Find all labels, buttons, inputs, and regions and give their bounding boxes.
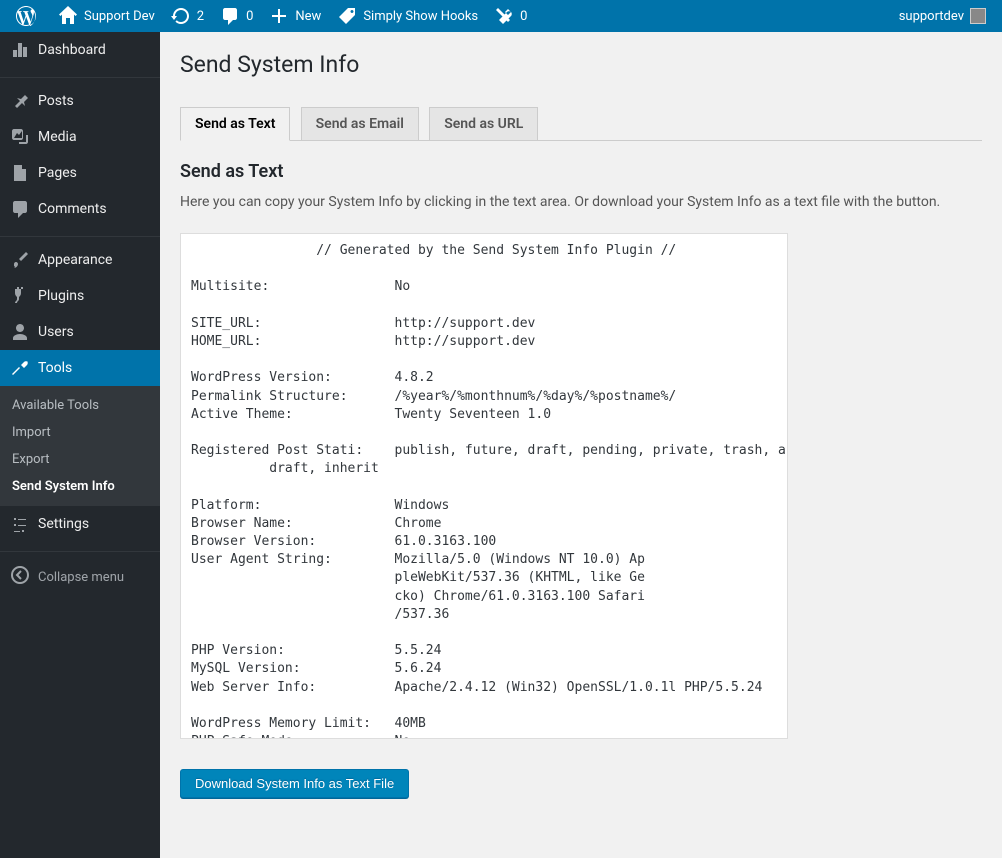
menu-separator: [0, 232, 160, 237]
menu-pages[interactable]: Pages: [0, 155, 160, 191]
brush-icon: [10, 250, 30, 270]
menu-separator: [0, 547, 160, 552]
submenu-send-system-info[interactable]: Send System Info: [0, 473, 160, 500]
menu-label: Settings: [38, 516, 89, 532]
dashboard-icon: [10, 40, 30, 60]
plus-icon: [269, 6, 289, 26]
menu-posts[interactable]: Posts: [0, 83, 160, 119]
section-description: Here you can copy your System Info by cl…: [180, 192, 982, 213]
menu-separator: [0, 73, 160, 78]
site-name-label: Support Dev: [84, 9, 155, 24]
menu-label: Comments: [38, 201, 107, 217]
collapse-label: Collapse menu: [38, 570, 124, 585]
home-icon: [58, 6, 78, 26]
media-icon: [10, 127, 30, 147]
system-info-textarea[interactable]: [180, 233, 788, 739]
new-content-link[interactable]: New: [261, 0, 329, 32]
menu-media[interactable]: Media: [0, 119, 160, 155]
comments-count: 0: [246, 9, 253, 24]
plug-icon: [10, 286, 30, 306]
download-button[interactable]: Download System Info as Text File: [180, 769, 409, 798]
disabled-count: 0: [520, 9, 527, 24]
updates-count: 2: [197, 9, 204, 24]
collapse-icon: [10, 565, 30, 589]
site-name-link[interactable]: Support Dev: [50, 0, 163, 32]
tab-send-as-text[interactable]: Send as Text: [180, 107, 290, 141]
comments-link[interactable]: 0: [212, 0, 261, 32]
collapse-menu[interactable]: Collapse menu: [0, 557, 160, 597]
menu-comments[interactable]: Comments: [0, 191, 160, 227]
menu-label: Users: [38, 324, 74, 340]
wrench-icon: [10, 358, 30, 378]
avatar: [970, 8, 986, 24]
menu-label: Appearance: [38, 252, 112, 268]
section-title: Send as Text: [180, 161, 982, 182]
user-name-label: supportdev: [899, 9, 964, 24]
tab-bar: Send as Text Send as Email Send as URL: [180, 98, 982, 141]
comment-icon: [220, 6, 240, 26]
menu-label: Media: [38, 129, 77, 145]
page-title: Send System Info: [180, 42, 982, 98]
comment-icon: [10, 199, 30, 219]
wordpress-icon: [16, 6, 36, 26]
menu-label: Pages: [38, 165, 77, 181]
menu-label: Posts: [38, 93, 74, 109]
tools-disabled-icon: [494, 6, 514, 26]
page-icon: [10, 163, 30, 183]
user-icon: [10, 322, 30, 342]
menu-label: Dashboard: [38, 42, 106, 58]
menu-appearance[interactable]: Appearance: [0, 242, 160, 278]
menu-users[interactable]: Users: [0, 314, 160, 350]
simply-show-hooks-link[interactable]: Simply Show Hooks: [329, 0, 486, 32]
tab-send-as-email[interactable]: Send as Email: [301, 107, 419, 140]
menu-plugins[interactable]: Plugins: [0, 278, 160, 314]
menu-label: Tools: [38, 360, 72, 376]
submenu-import[interactable]: Import: [0, 419, 160, 446]
new-label: New: [295, 9, 321, 24]
pin-icon: [10, 91, 30, 111]
menu-settings[interactable]: Settings: [0, 506, 160, 542]
update-icon: [171, 6, 191, 26]
submenu-export[interactable]: Export: [0, 446, 160, 473]
wp-logo[interactable]: [8, 0, 50, 32]
updates-link[interactable]: 2: [163, 0, 212, 32]
disabled-tools-link[interactable]: 0: [486, 0, 535, 32]
menu-tools[interactable]: Tools: [0, 350, 160, 386]
tools-submenu: Available Tools Import Export Send Syste…: [0, 386, 160, 506]
user-account-link[interactable]: supportdev: [891, 0, 994, 32]
hooks-label: Simply Show Hooks: [363, 9, 478, 24]
sliders-icon: [10, 514, 30, 534]
menu-label: Plugins: [38, 288, 84, 304]
tab-send-as-url[interactable]: Send as URL: [429, 107, 538, 140]
menu-dashboard[interactable]: Dashboard: [0, 32, 160, 68]
submenu-available-tools[interactable]: Available Tools: [0, 392, 160, 419]
tag-icon: [337, 6, 357, 26]
